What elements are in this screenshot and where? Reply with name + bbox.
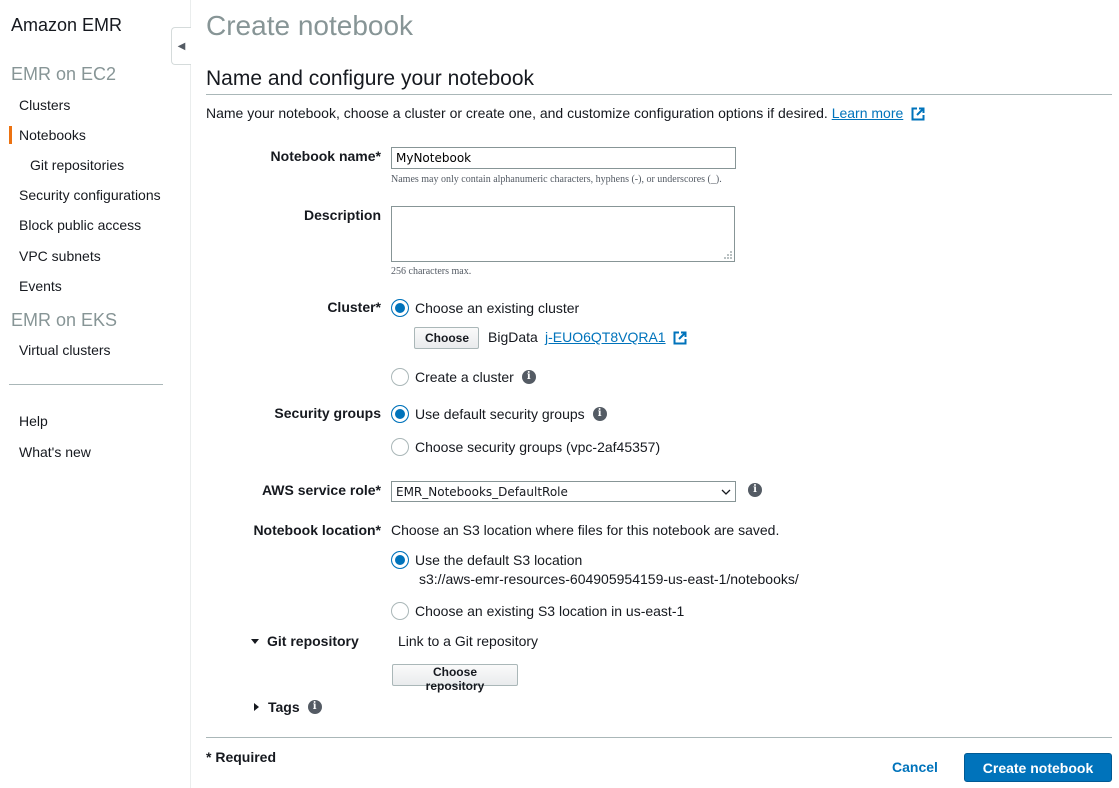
create-notebook-button[interactable]: Create notebook: [964, 753, 1112, 782]
radio-existing-s3-location[interactable]: Choose an existing S3 location in us-eas…: [391, 602, 684, 620]
sidebar-item-events[interactable]: Events: [19, 278, 62, 294]
git-repository-label: Git repository: [267, 633, 359, 649]
intro-text: Name your notebook, choose a cluster or …: [206, 105, 925, 121]
security-groups-label: Security groups: [274, 405, 381, 421]
chevron-down-icon: [721, 489, 731, 495]
radio-button-selected[interactable]: [391, 405, 409, 423]
tags-label: Tags: [268, 699, 300, 715]
cluster-id-link[interactable]: j-EUO6QT8VQRA1: [545, 329, 666, 345]
tags-toggle[interactable]: Tags i: [254, 699, 322, 715]
radio-label: Create a cluster: [415, 369, 514, 385]
radio-label: Choose an existing cluster: [415, 300, 580, 316]
sidebar-item-vpc-subnets[interactable]: VPC subnets: [19, 248, 101, 264]
radio-label: Use the default S3 location: [415, 552, 583, 568]
radio-button[interactable]: [391, 438, 409, 456]
intro-description: Name your notebook, choose a cluster or …: [206, 105, 828, 121]
sidebar: Amazon EMR EMR on EC2 Clusters Notebooks…: [0, 0, 191, 788]
brand-title[interactable]: Amazon EMR: [11, 15, 122, 36]
description-textarea[interactable]: [391, 206, 735, 262]
default-s3-path: s3://aws-emr-resources-604905954159-us-e…: [419, 571, 799, 587]
page-title: Create notebook: [206, 10, 414, 41]
description-hint: 256 characters max.: [391, 266, 472, 277]
sidebar-section-emr-on-ec2[interactable]: EMR on EC2: [11, 64, 116, 85]
external-link-icon[interactable]: [673, 331, 687, 345]
section-divider: [206, 94, 1112, 95]
required-note: * Required: [206, 749, 277, 765]
radio-default-security-groups[interactable]: Use default security groups i: [391, 405, 607, 423]
footer-divider: [206, 737, 1112, 738]
choose-repository-button[interactable]: Choose repository: [392, 664, 518, 693]
radio-button-selected[interactable]: [391, 551, 409, 569]
sidebar-item-clusters[interactable]: Clusters: [19, 97, 70, 113]
radio-button[interactable]: [391, 368, 409, 386]
active-item-indicator: [9, 126, 12, 144]
sidebar-item-block-public-access[interactable]: Block public access: [19, 217, 141, 233]
sidebar-item-whats-new[interactable]: What's new: [19, 444, 91, 460]
service-role-label: AWS service role*: [261, 482, 381, 498]
notebook-name-input[interactable]: [391, 147, 736, 169]
notebook-location-description: Choose an S3 location where files for th…: [391, 522, 780, 538]
choose-cluster-button[interactable]: Choose: [414, 327, 479, 349]
caret-down-icon: [251, 639, 259, 644]
caret-right-icon: [254, 703, 259, 711]
description-label: Description: [303, 207, 381, 223]
radio-label: Choose security groups (vpc-2af45357): [415, 439, 661, 455]
info-icon[interactable]: i: [748, 483, 762, 497]
service-role-value: EMR_Notebooks_DefaultRole: [396, 484, 568, 499]
notebook-name-hint: Names may only contain alphanumeric char…: [391, 174, 722, 185]
radio-create-cluster[interactable]: Create a cluster i: [391, 368, 536, 386]
section-heading: Name and configure your notebook: [206, 67, 535, 90]
git-repository-description: Link to a Git repository: [398, 633, 539, 649]
learn-more-link[interactable]: Learn more: [832, 105, 904, 121]
git-repository-toggle[interactable]: Git repository: [251, 633, 359, 649]
collapse-sidebar-button[interactable]: ◀: [171, 27, 191, 65]
info-icon[interactable]: i: [307, 700, 322, 714]
cancel-button[interactable]: Cancel: [892, 759, 938, 775]
info-icon[interactable]: i: [521, 370, 536, 384]
service-role-select[interactable]: EMR_Notebooks_DefaultRole: [391, 481, 736, 502]
collapse-sidebar-icon: ◀: [177, 40, 186, 52]
sidebar-divider: [9, 384, 163, 385]
sidebar-item-security-configurations[interactable]: Security configurations: [19, 187, 161, 203]
radio-choose-existing-cluster[interactable]: Choose an existing cluster: [391, 299, 579, 317]
resize-grip-icon[interactable]: [722, 249, 733, 260]
cluster-id-row: j-EUO6QT8VQRA1: [545, 329, 687, 345]
radio-button-selected[interactable]: [391, 299, 409, 317]
sidebar-item-notebooks[interactable]: Notebooks: [19, 127, 86, 143]
cluster-label: Cluster*: [327, 299, 381, 315]
sidebar-item-help[interactable]: Help: [19, 413, 48, 429]
radio-label: Choose an existing S3 location in us-eas…: [415, 603, 685, 619]
notebook-name-label: Notebook name*: [270, 148, 381, 164]
cluster-name: BigData: [488, 329, 538, 345]
sidebar-item-virtual-clusters[interactable]: Virtual clusters: [19, 342, 111, 358]
external-link-icon[interactable]: [911, 107, 925, 121]
radio-button[interactable]: [391, 602, 409, 620]
notebook-location-label: Notebook location*: [253, 522, 381, 538]
radio-default-s3-location[interactable]: Use the default S3 location: [391, 551, 582, 569]
sidebar-section-emr-on-eks[interactable]: EMR on EKS: [11, 310, 117, 331]
sidebar-item-git-repositories[interactable]: Git repositories: [30, 157, 124, 173]
radio-label: Use default security groups: [415, 406, 585, 422]
radio-choose-security-groups[interactable]: Choose security groups (vpc-2af45357): [391, 438, 660, 456]
info-icon[interactable]: i: [592, 407, 607, 421]
